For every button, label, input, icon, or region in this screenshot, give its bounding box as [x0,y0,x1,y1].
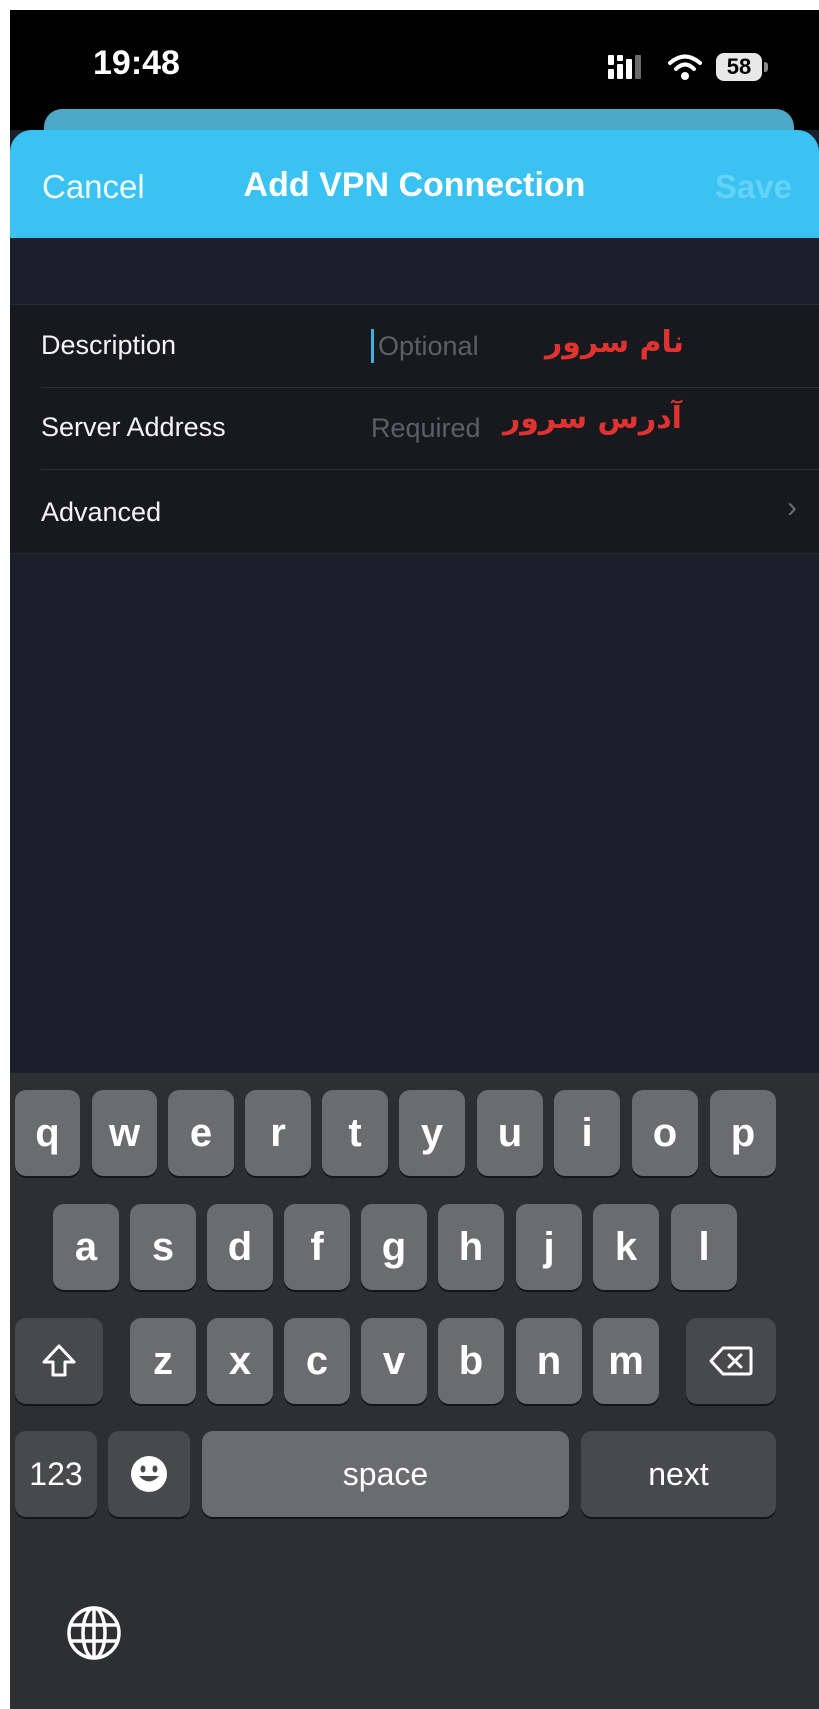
key-p[interactable]: p [710,1090,776,1176]
key-k[interactable]: k [593,1204,659,1290]
cancel-button[interactable]: Cancel [42,168,145,206]
key-w[interactable]: w [92,1090,157,1176]
server-address-input[interactable] [371,411,521,445]
status-time: 19:48 [93,44,180,82]
description-annotation: نام سرور [545,325,685,360]
shift-key[interactable] [15,1318,103,1404]
key-j[interactable]: j [516,1204,582,1290]
next-key[interactable]: next [581,1431,776,1517]
description-row[interactable]: Description نام سرور [10,305,819,387]
cellular-signal-icon [608,55,641,79]
save-button[interactable]: Save [715,168,792,206]
key-v[interactable]: v [361,1318,427,1404]
key-f[interactable]: f [284,1204,350,1290]
key-y[interactable]: y [399,1090,465,1176]
key-x[interactable]: x [207,1318,273,1404]
key-m[interactable]: m [593,1318,659,1404]
key-i[interactable]: i [554,1090,620,1176]
backspace-icon [709,1346,753,1376]
key-o[interactable]: o [632,1090,698,1176]
space-key[interactable]: space [202,1431,569,1517]
numbers-key[interactable]: 123 [15,1431,97,1517]
phone-screen: 19:48 58 Add VPN Connection Cancel Save … [10,10,819,1709]
battery-tip [764,62,768,72]
key-u[interactable]: u [477,1090,543,1176]
key-e[interactable]: e [168,1090,234,1176]
delete-key[interactable] [686,1318,776,1404]
emoji-icon [131,1456,167,1492]
key-q[interactable]: q [15,1090,80,1176]
description-label: Description [41,330,177,360]
key-t[interactable]: t [322,1090,388,1176]
key-g[interactable]: g [361,1204,427,1290]
key-c[interactable]: c [284,1318,350,1404]
advanced-row[interactable]: Advanced › [10,469,819,553]
navigation-bar: Add VPN Connection Cancel Save [10,130,819,238]
key-d[interactable]: d [207,1204,273,1290]
shift-icon [42,1344,76,1377]
description-input[interactable] [371,329,528,363]
globe-icon[interactable] [65,1604,123,1662]
key-l[interactable]: l [671,1204,737,1290]
emoji-key[interactable] [108,1431,190,1517]
vpn-form: Description نام سرور Server Address آدرس… [10,304,819,554]
wifi-icon [668,54,702,80]
server-address-annotation: آدرس سرور [503,401,682,436]
key-n[interactable]: n [516,1318,582,1404]
key-s[interactable]: s [130,1204,196,1290]
server-address-label: Server Address [41,412,226,442]
key-r[interactable]: r [245,1090,311,1176]
key-z[interactable]: z [130,1318,196,1404]
advanced-label: Advanced [41,497,162,527]
server-address-row[interactable]: Server Address آدرس سرور [10,387,819,469]
chevron-right-icon: › [787,491,797,524]
key-b[interactable]: b [438,1318,504,1404]
key-h[interactable]: h [438,1204,504,1290]
key-a[interactable]: a [53,1204,119,1290]
keyboard: q w e r t y u i o p a s d f g h j k l z … [10,1073,819,1709]
battery-indicator: 58 [716,53,762,81]
